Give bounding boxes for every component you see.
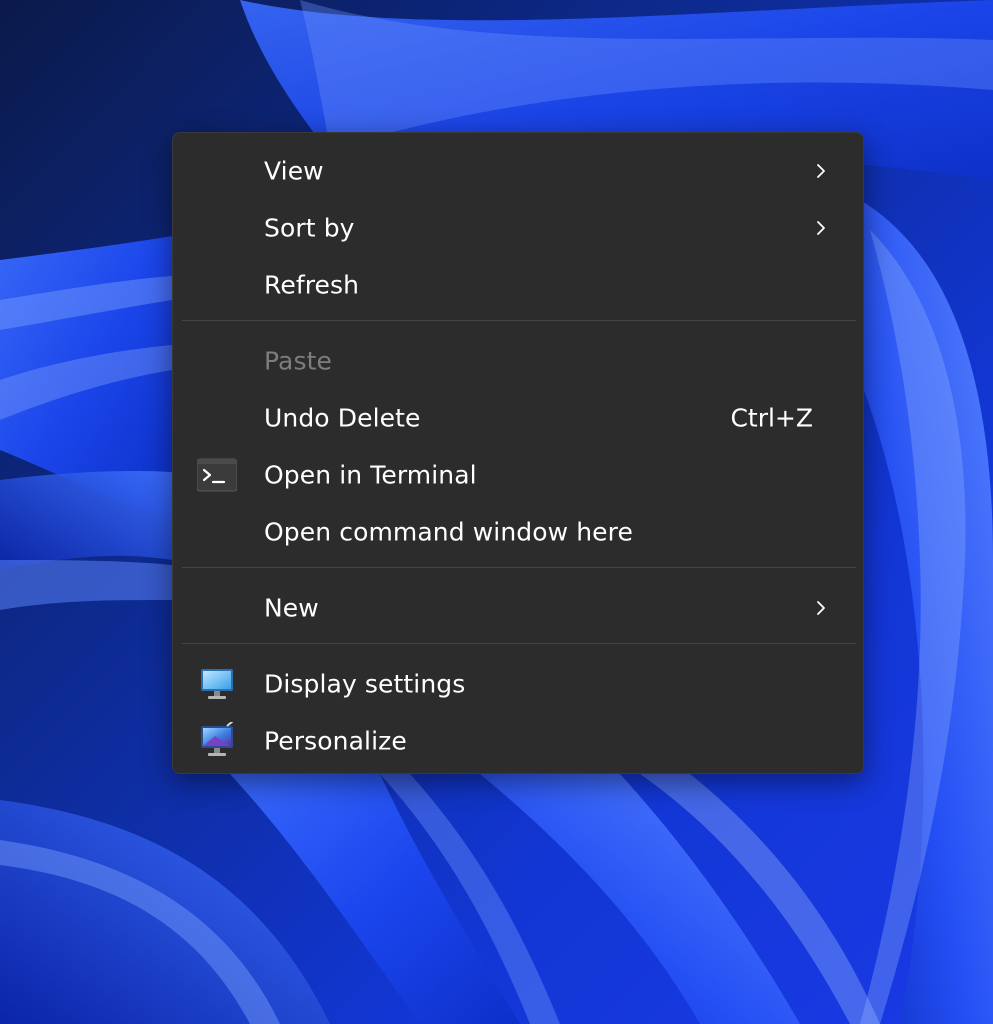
menu-item-undo-delete[interactable]: Undo Delete Ctrl+Z (178, 393, 858, 443)
menu-item-sort-by-label: Sort by (264, 213, 355, 243)
menu-item-personalize[interactable]: Personalize (178, 716, 858, 766)
menu-item-open-command-window-label: Open command window here (264, 517, 633, 547)
menu-separator (182, 320, 856, 321)
keyboard-shortcut: Ctrl+Z (730, 403, 813, 433)
monitor-icon (197, 665, 237, 703)
menu-separator (182, 567, 856, 568)
personalize-icon (197, 720, 237, 760)
menu-item-view[interactable]: View (178, 146, 858, 196)
menu-item-view-label: View (264, 156, 324, 186)
terminal-icon (196, 456, 238, 494)
chevron-right-icon (813, 218, 829, 238)
menu-item-refresh-label: Refresh (264, 270, 360, 300)
menu-item-display-settings-label: Display settings (264, 669, 466, 699)
menu-item-open-in-terminal[interactable]: Open in Terminal (178, 450, 858, 500)
desktop-context-menu: View Sort by Refresh Paste Undo Delete C… (172, 132, 864, 774)
menu-item-paste: Paste (178, 336, 858, 386)
menu-item-new[interactable]: New (178, 583, 858, 633)
menu-item-personalize-label: Personalize (264, 726, 407, 756)
menu-separator (182, 643, 856, 644)
menu-item-refresh[interactable]: Refresh (178, 260, 858, 310)
menu-item-open-command-window[interactable]: Open command window here (178, 507, 858, 557)
menu-item-display-settings[interactable]: Display settings (178, 659, 858, 709)
menu-item-new-label: New (264, 593, 319, 623)
menu-item-undo-delete-label: Undo Delete (264, 403, 421, 433)
menu-item-paste-label: Paste (264, 346, 332, 376)
chevron-right-icon (813, 598, 829, 618)
menu-item-sort-by[interactable]: Sort by (178, 203, 858, 253)
menu-item-open-in-terminal-label: Open in Terminal (264, 460, 477, 490)
chevron-right-icon (813, 161, 829, 181)
